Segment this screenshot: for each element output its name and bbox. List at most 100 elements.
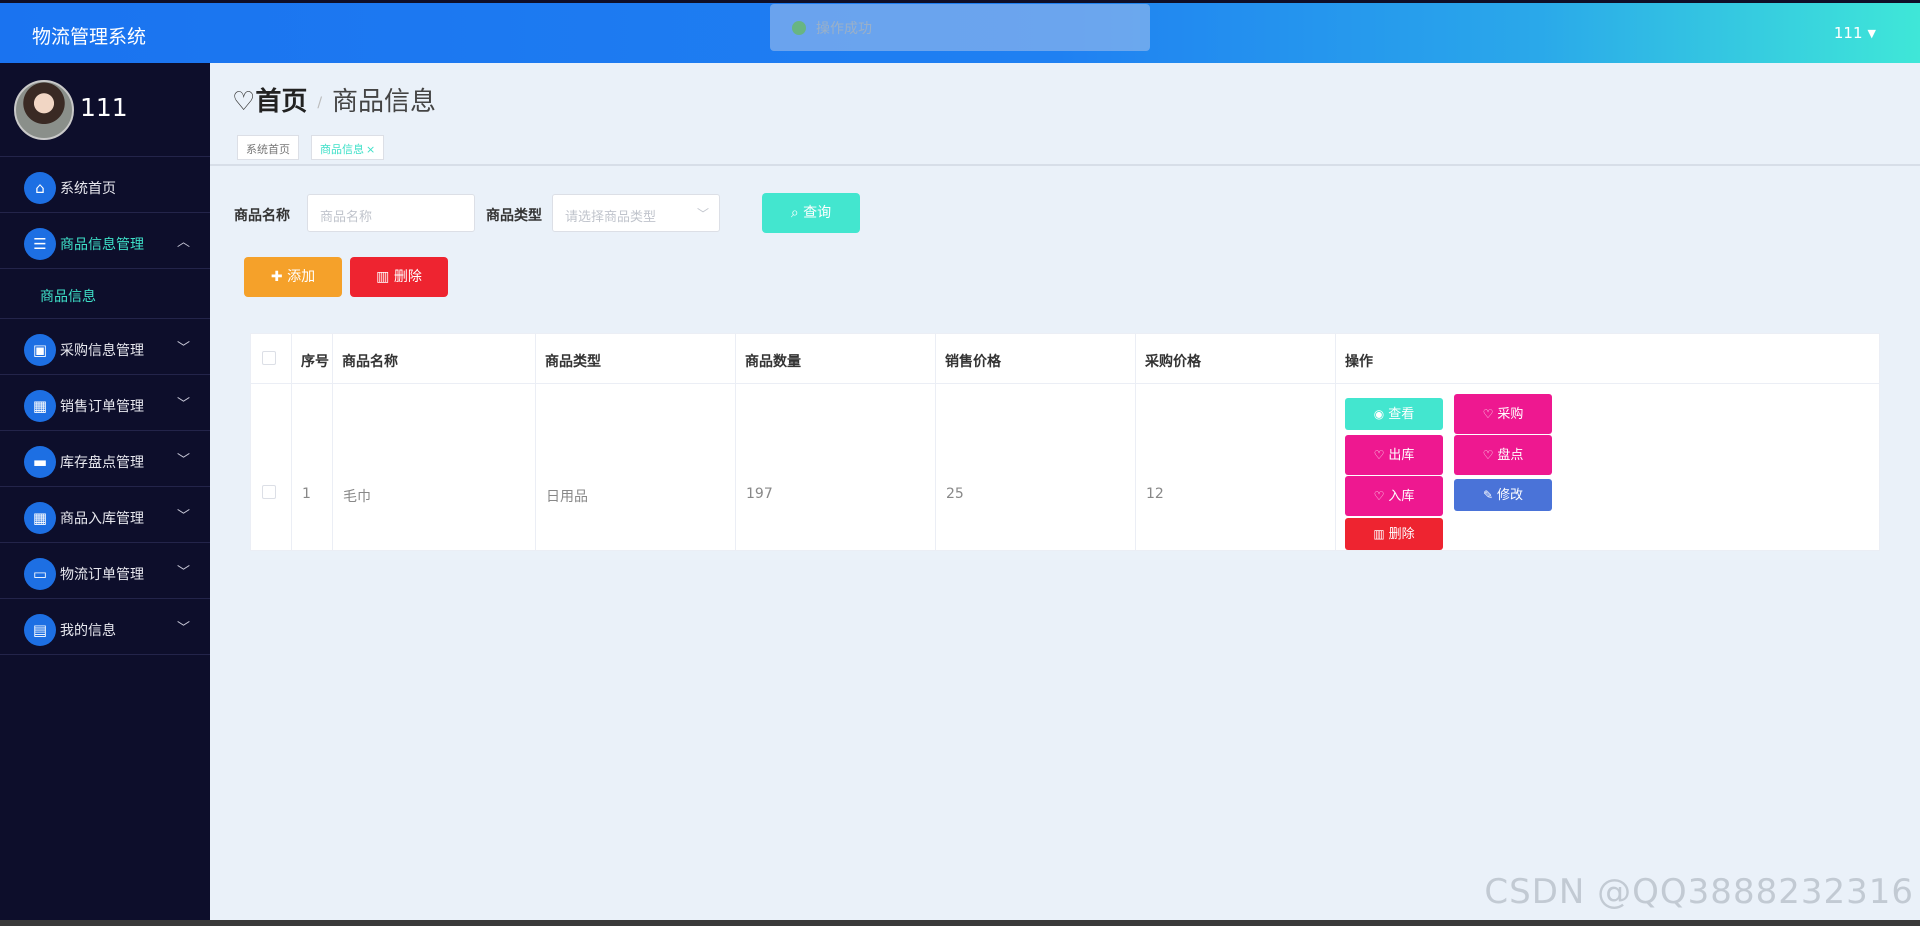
sidebar-item-purchase[interactable]: ▣ 采购信息管理 ﹀: [0, 319, 210, 375]
sidebar-item-logistics[interactable]: ▭ 物流订单管理 ﹀: [0, 543, 210, 599]
profile-name: 111: [80, 93, 128, 122]
sidebar-item-label: 系统首页: [60, 181, 116, 197]
sidebar-item-goods-management[interactable]: ☰ 商品信息管理 ︿: [0, 213, 210, 269]
column-header: 商品数量: [736, 334, 936, 383]
user-name: 111: [1833, 24, 1863, 42]
stocktake-button[interactable]: ♡ 盘点: [1454, 435, 1552, 475]
user-menu[interactable]: 111 ▼: [1834, 24, 1876, 42]
row-checkbox-cell: [251, 384, 292, 551]
trash-icon: ▥: [1373, 527, 1385, 541]
purchase-label: 采购: [1497, 407, 1524, 422]
breadcrumb-home[interactable]: 首页: [255, 87, 307, 117]
taskbar-strip: [0, 920, 1920, 926]
plus-icon: ✚: [270, 269, 288, 285]
chevron-down-icon: ﹀: [176, 621, 190, 636]
search-button-label: 查询: [803, 205, 832, 221]
view-button[interactable]: ◉ 查看: [1345, 398, 1443, 430]
card-icon: ▤: [24, 614, 56, 646]
view-label: 查看: [1388, 407, 1415, 422]
heart-icon: ♡: [1373, 448, 1385, 462]
sidebar-item-home[interactable]: ⌂ 系统首页: [0, 157, 210, 213]
chevron-down-icon: ﹀: [176, 509, 190, 524]
tab-label: 系统首页: [246, 143, 290, 156]
breadcrumb-separator: /: [317, 95, 323, 111]
sidebar: 111 ⌂ 系统首页 ☰ 商品信息管理 ︿ 商品信息 ▣ 采购信息管理 ﹀ ▦ …: [0, 63, 210, 926]
tab-label: 商品信息: [320, 143, 364, 156]
sidebar-subitem-label: 商品信息: [40, 289, 96, 305]
monitor-icon: ▭: [24, 558, 56, 590]
chevron-down-icon: ﹀: [176, 565, 190, 580]
delete-row-button[interactable]: ▥ 删除: [1345, 518, 1443, 550]
edit-button[interactable]: ✎ 修改: [1454, 479, 1552, 511]
goods-type-label: 商品类型: [486, 208, 542, 224]
sidebar-subitem-goods-info[interactable]: 商品信息: [0, 269, 210, 319]
success-toast: 操作成功: [770, 4, 1150, 51]
cell-goods-name: 毛巾: [333, 384, 536, 551]
sidebar-item-label: 物流订单管理: [60, 567, 144, 583]
select-all-checkbox[interactable]: [262, 351, 276, 365]
inbound-button[interactable]: ♡ 入库: [1345, 476, 1443, 516]
goods-type-select[interactable]: 请选择商品类型 ﹀: [552, 194, 720, 232]
tab-goods-info[interactable]: 商品信息 ×: [311, 135, 385, 160]
sidebar-item-label: 商品信息管理: [60, 237, 144, 253]
chevron-down-icon: ﹀: [176, 341, 190, 356]
add-button-label: 添加: [287, 269, 316, 285]
home-icon: ⌂: [24, 172, 56, 204]
heart-icon: ♡: [1482, 448, 1494, 462]
table-header: 序号 商品名称 商品类型 商品数量 销售价格 采购价格 操作: [251, 334, 1879, 384]
breadcrumb: ♡首页 / 商品信息: [232, 81, 436, 118]
outbound-button[interactable]: ♡ 出库: [1345, 435, 1443, 475]
inbound-label: 入库: [1388, 489, 1415, 504]
add-button[interactable]: ✚ 添加: [244, 257, 342, 297]
goods-name-label: 商品名称: [234, 208, 290, 224]
column-header: 商品类型: [536, 334, 736, 383]
main-content: ♡首页 / 商品信息 系统首页 商品信息 × 商品名称 商品名称 商品类型 请选择商品…: [210, 63, 1920, 926]
close-icon[interactable]: ×: [366, 143, 375, 156]
batch-delete-button[interactable]: ▥ 删除: [350, 257, 448, 297]
chevron-down-icon: ﹀: [176, 397, 190, 412]
select-placeholder: 请选择商品类型: [565, 210, 657, 225]
apps-icon: ▦: [24, 502, 56, 534]
goods-name-input[interactable]: 商品名称: [307, 194, 475, 232]
table-row: 1 毛巾 日用品 197 25 12 ◉ 查看 ♡ 采购 ♡ 出库 ♡ 盘点 ♡ 入库 ✎…: [251, 384, 1879, 551]
toast-message: 操作成功: [816, 21, 872, 37]
cell-quantity: 197: [736, 384, 936, 551]
check-circle-icon: [792, 21, 806, 35]
row-checkbox[interactable]: [262, 485, 276, 499]
sidebar-item-my-info[interactable]: ▤ 我的信息 ﹀: [0, 599, 210, 655]
grid-icon: ▦: [24, 390, 56, 422]
sidebar-item-label: 库存盘点管理: [60, 455, 144, 471]
cell-operations: ◉ 查看 ♡ 采购 ♡ 出库 ♡ 盘点 ♡ 入库 ✎ 修改 ▥ 删除: [1336, 384, 1580, 551]
delete-button-label: 删除: [393, 269, 422, 285]
chevron-down-icon: ﹀: [696, 207, 709, 221]
avatar: [14, 80, 74, 140]
edit-label: 修改: [1497, 488, 1524, 503]
heart-icon: ♡: [1373, 489, 1385, 503]
sidebar-item-label: 采购信息管理: [60, 343, 144, 359]
caret-down-icon: ▼: [1867, 27, 1876, 40]
search-icon: ⌕: [790, 205, 804, 221]
profile: 111: [0, 63, 210, 157]
sidebar-item-label: 销售订单管理: [60, 399, 144, 415]
cell-purchase-price: 12: [1136, 384, 1336, 551]
column-header: 销售价格: [936, 334, 1136, 383]
purchase-button[interactable]: ♡ 采购: [1454, 394, 1552, 434]
breadcrumb-current: 商品信息: [332, 87, 437, 117]
sidebar-item-inventory[interactable]: ▬ 库存盘点管理 ﹀: [0, 431, 210, 487]
tags-bar: 系统首页 商品信息 ×: [210, 128, 1920, 166]
app-title: 物流管理系统: [32, 26, 147, 48]
stocktake-label: 盘点: [1497, 448, 1524, 463]
watermark: CSDN @QQ3888232316: [1484, 872, 1914, 912]
sidebar-item-label: 我的信息: [60, 623, 116, 639]
cell-goods-type: 日用品: [536, 384, 736, 551]
column-header: 采购价格: [1136, 334, 1336, 383]
tab-home[interactable]: 系统首页: [237, 135, 299, 160]
search-button[interactable]: ⌕ 查询: [762, 193, 860, 233]
sidebar-item-stock-in[interactable]: ▦ 商品入库管理 ﹀: [0, 487, 210, 543]
heart-icon: ♡: [1482, 407, 1494, 421]
cell-index: 1: [292, 384, 333, 551]
column-header: 序号: [292, 334, 333, 383]
sidebar-item-sales[interactable]: ▦ 销售订单管理 ﹀: [0, 375, 210, 431]
header-checkbox-cell: [251, 334, 292, 383]
list-icon: ☰: [24, 228, 56, 260]
